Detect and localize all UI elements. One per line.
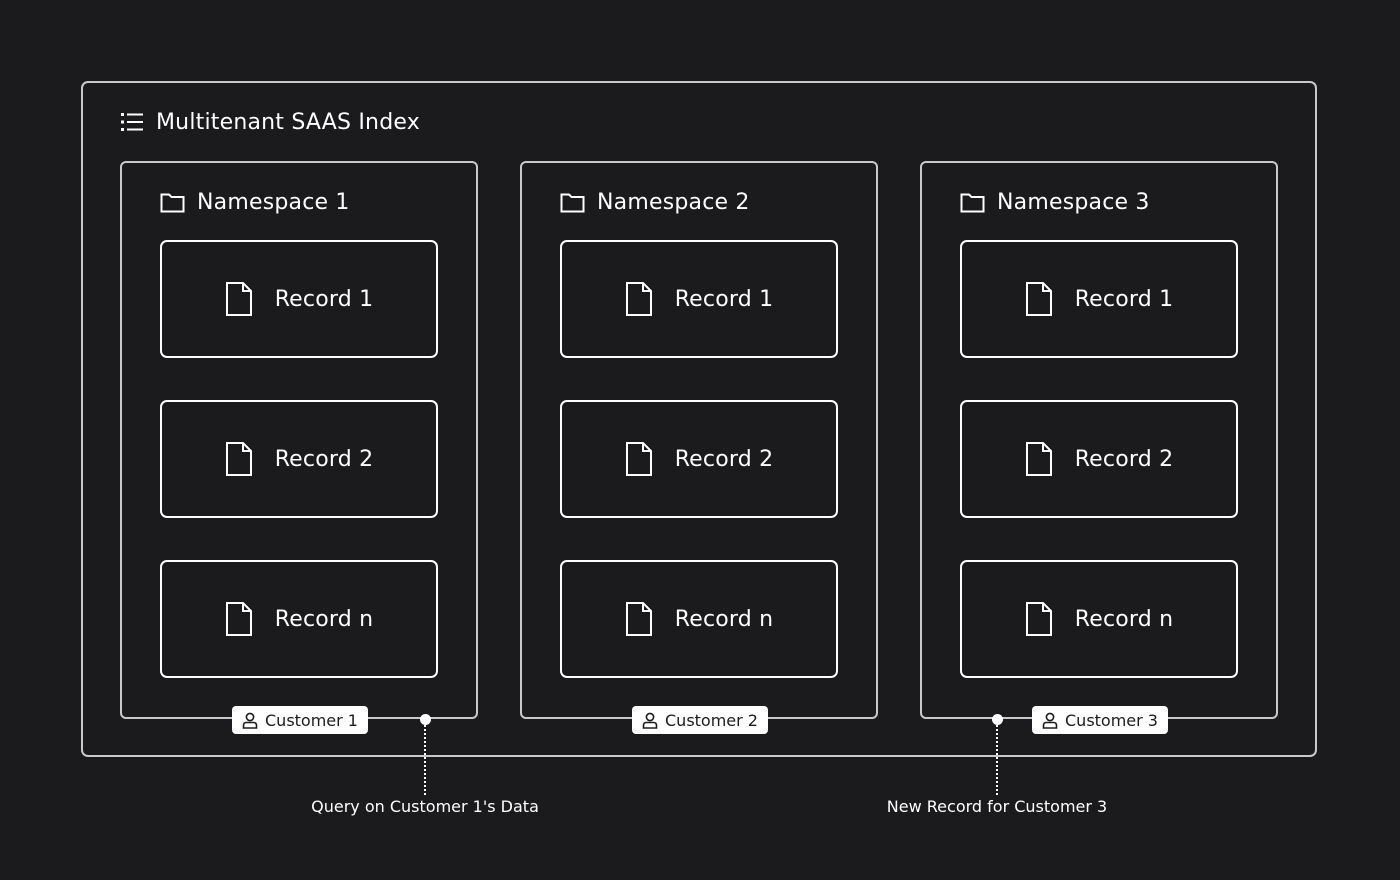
new-record-connector-line xyxy=(996,725,998,795)
list-icon xyxy=(120,111,144,133)
record-label: Record 2 xyxy=(674,446,774,472)
document-icon xyxy=(225,281,253,317)
customer-label: Customer 1 xyxy=(265,710,358,730)
user-icon xyxy=(242,712,258,729)
namespace-1-header: Namespace 1 xyxy=(160,186,350,218)
customer-1-badge: Customer 1 xyxy=(232,706,368,734)
query-connector-line xyxy=(424,725,426,795)
record-card: Record 2 xyxy=(560,400,838,518)
user-icon xyxy=(1042,712,1058,729)
folder-icon xyxy=(960,192,985,213)
record-card: Record n xyxy=(960,560,1238,678)
new-record-annotation: New Record for Customer 3 xyxy=(886,797,1108,816)
document-icon xyxy=(1025,281,1053,317)
customer-3-badge: Customer 3 xyxy=(1032,706,1168,734)
document-icon xyxy=(225,441,253,477)
record-label: Record 1 xyxy=(674,286,774,312)
document-icon xyxy=(625,441,653,477)
record-label: Record 1 xyxy=(1074,286,1174,312)
namespace-2-header: Namespace 2 xyxy=(560,186,750,218)
namespace-title: Namespace 2 xyxy=(597,189,750,215)
record-card: Record 1 xyxy=(560,240,838,358)
namespace-3-header: Namespace 3 xyxy=(960,186,1150,218)
record-label: Record n xyxy=(274,606,374,632)
record-card: Record 1 xyxy=(160,240,438,358)
folder-icon xyxy=(560,192,585,213)
record-card: Record 2 xyxy=(960,400,1238,518)
record-card: Record 1 xyxy=(960,240,1238,358)
namespace-title: Namespace 3 xyxy=(997,189,1150,215)
document-icon xyxy=(625,281,653,317)
index-title: Multitenant SAAS Index xyxy=(156,109,420,135)
customer-label: Customer 3 xyxy=(1065,710,1158,730)
folder-icon xyxy=(160,192,185,213)
query-connector-dot xyxy=(419,714,431,725)
record-label: Record n xyxy=(674,606,774,632)
document-icon xyxy=(1025,441,1053,477)
document-icon xyxy=(1025,601,1053,637)
index-header: Multitenant SAAS Index xyxy=(120,106,420,138)
new-record-connector-dot xyxy=(991,714,1003,725)
record-label: Record 2 xyxy=(1074,446,1174,472)
record-card: Record n xyxy=(560,560,838,678)
record-card: Record 2 xyxy=(160,400,438,518)
record-label: Record 2 xyxy=(274,446,374,472)
record-card: Record n xyxy=(160,560,438,678)
document-icon xyxy=(225,601,253,637)
record-label: Record n xyxy=(1074,606,1174,632)
document-icon xyxy=(625,601,653,637)
customer-2-badge: Customer 2 xyxy=(632,706,768,734)
customer-label: Customer 2 xyxy=(665,710,758,730)
query-annotation: Query on Customer 1's Data xyxy=(311,797,539,816)
namespace-title: Namespace 1 xyxy=(197,189,350,215)
user-icon xyxy=(642,712,658,729)
record-label: Record 1 xyxy=(274,286,374,312)
